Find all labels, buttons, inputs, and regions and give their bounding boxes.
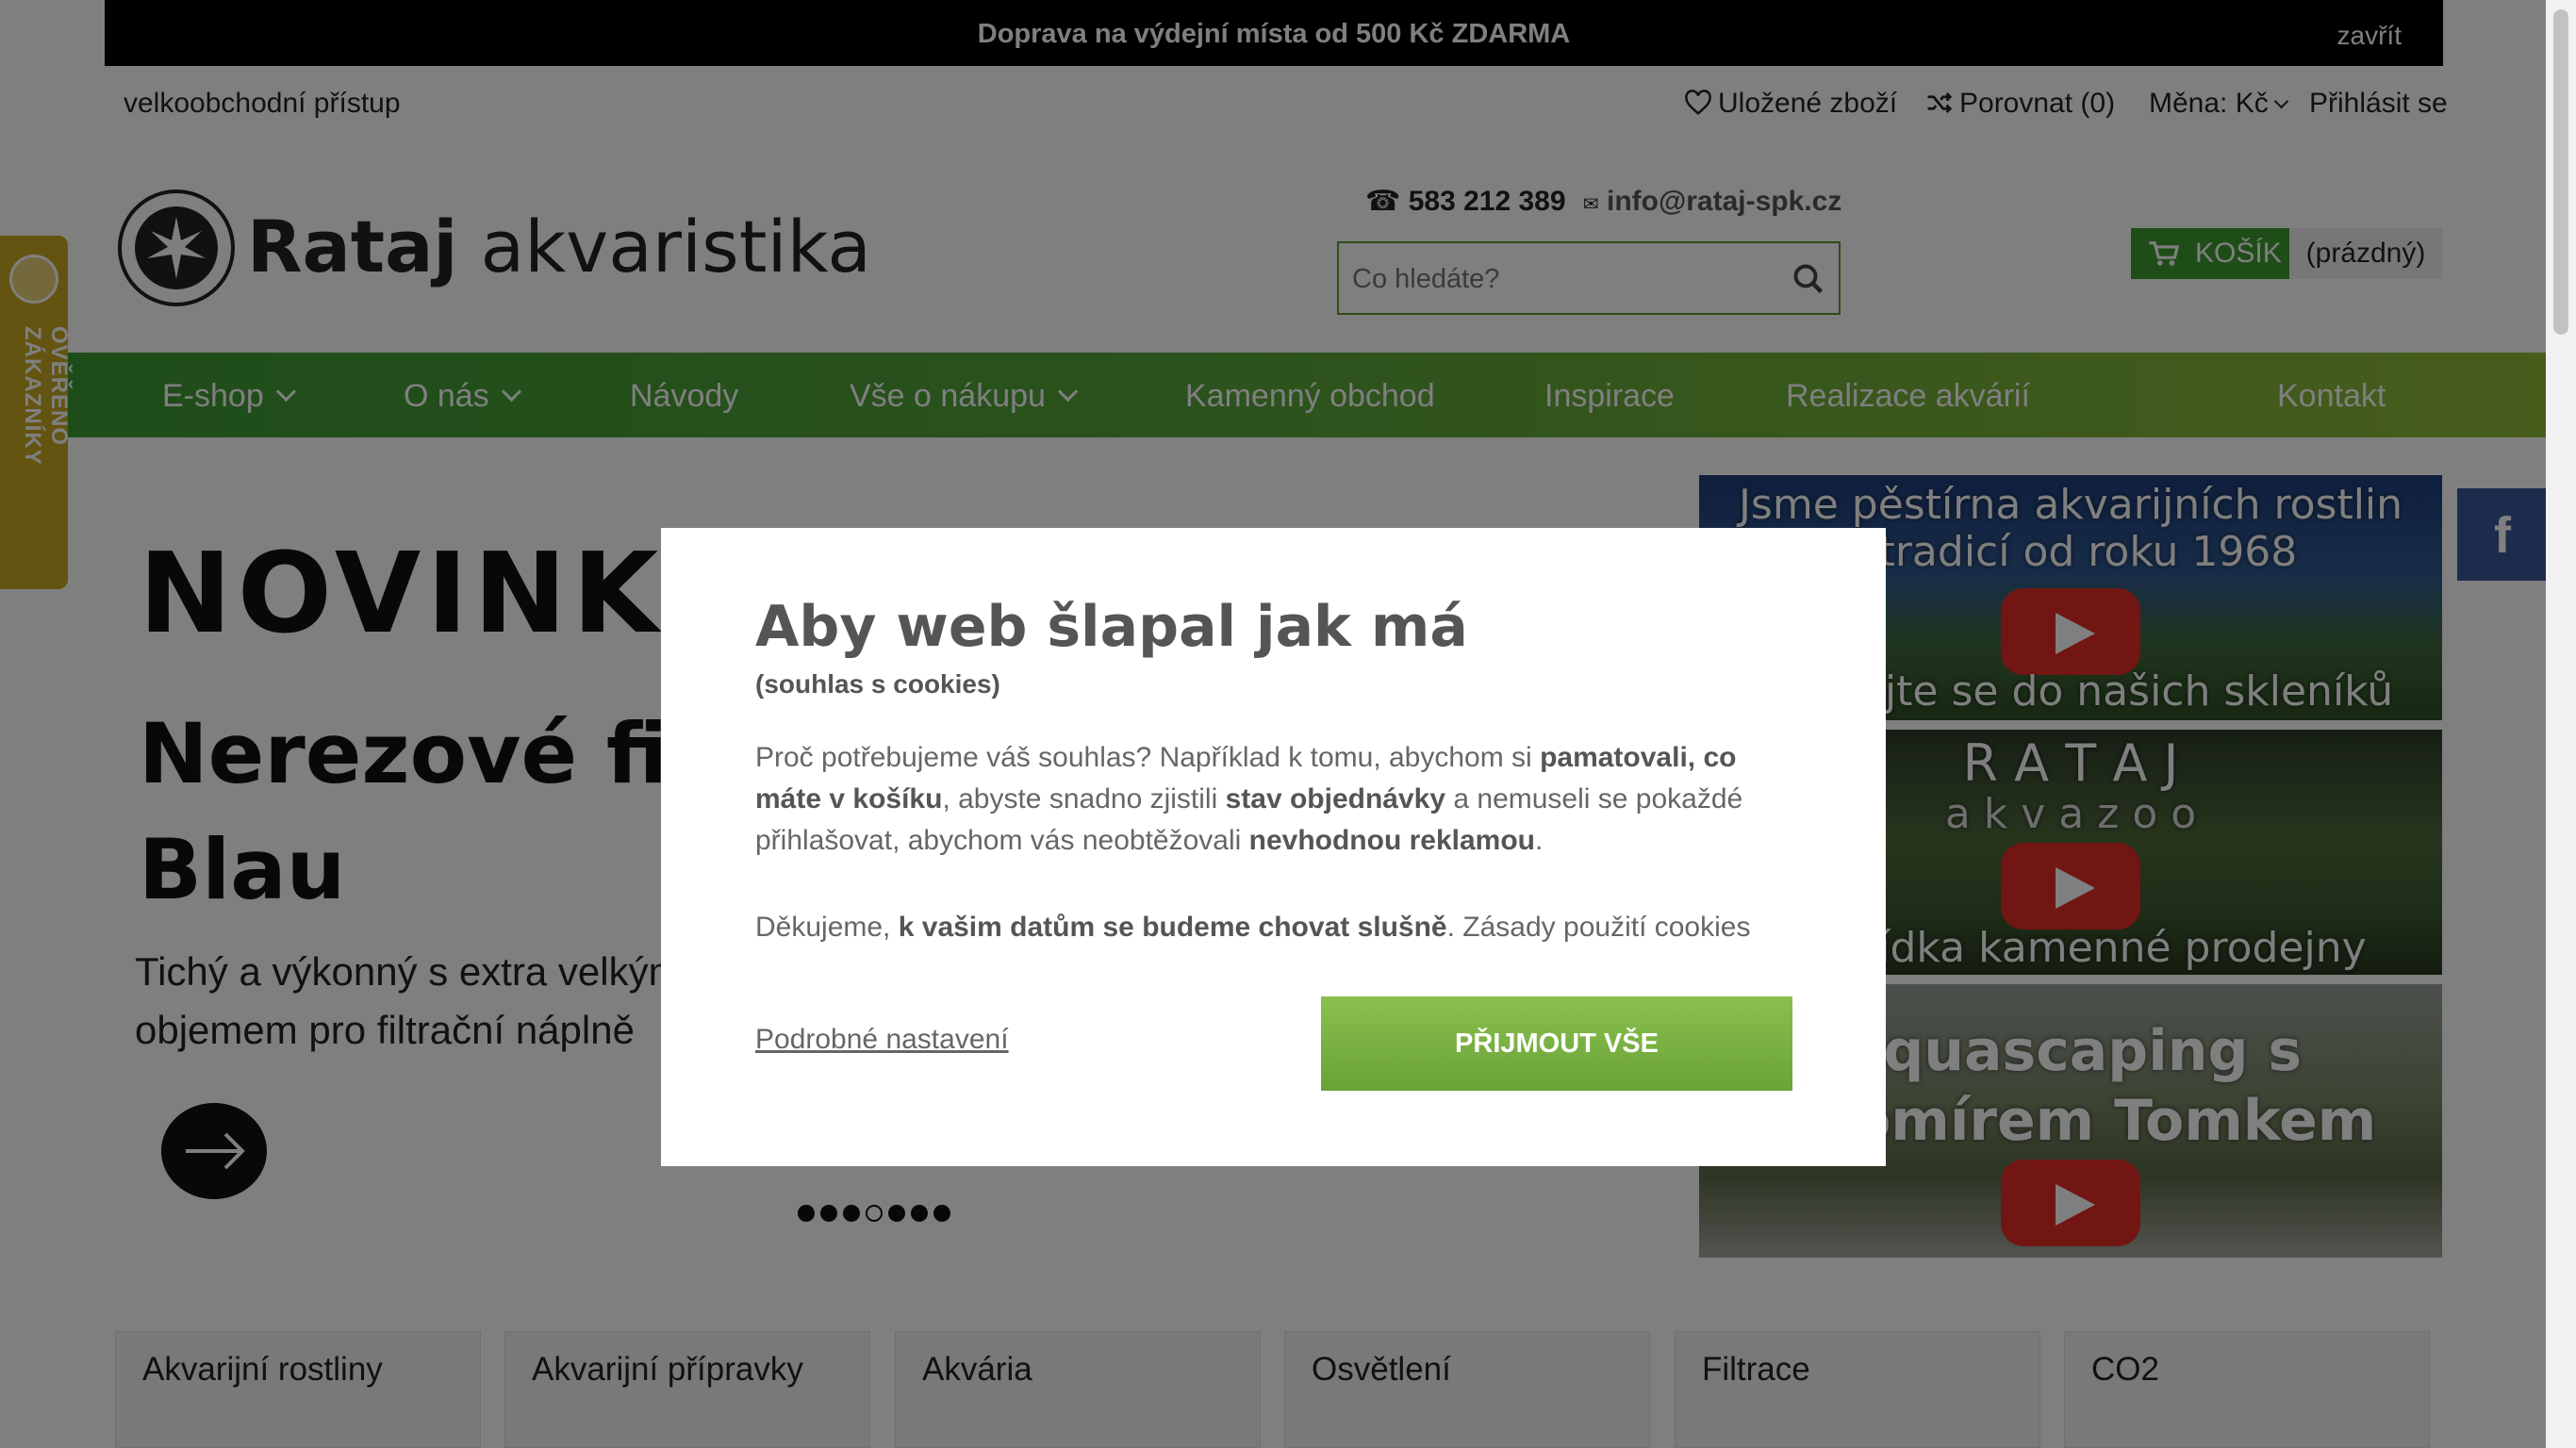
detailed-settings-link[interactable]: Podrobné nastavení: [755, 1024, 1009, 1056]
body-text: Proč potřebujeme váš souhlas? Například …: [755, 742, 1541, 773]
body-text: Děkujeme,: [755, 912, 899, 943]
body-text: .: [1535, 825, 1544, 856]
scrollbar-thumb[interactable]: [2553, 9, 2568, 335]
body-text: , abyste snadno zjistili: [942, 783, 1226, 814]
dialog-body: Proč potřebujeme váš souhlas? Například …: [755, 737, 1802, 862]
cookie-consent-dialog: Aby web šlapal jak má (souhlas s cookies…: [661, 528, 1886, 1166]
page-scrollbar[interactable]: [2546, 0, 2576, 1448]
body-emphasis: k vašim datům se budeme chovat slušně: [898, 912, 1447, 943]
accept-all-button[interactable]: PŘIJMOUT VŠE: [1321, 996, 1792, 1091]
dialog-subtitle: (souhlas s cookies): [755, 669, 1000, 699]
dialog-thanks: Děkujeme, k vašim datům se budeme chovat…: [755, 907, 1802, 948]
body-emphasis: stav objednávky: [1225, 783, 1446, 814]
body-emphasis: nevhodnou reklamou: [1248, 825, 1535, 856]
dialog-title: Aby web šlapal jak má: [755, 594, 1468, 660]
cookie-policy-link[interactable]: . Zásady použití cookies: [1447, 912, 1751, 943]
